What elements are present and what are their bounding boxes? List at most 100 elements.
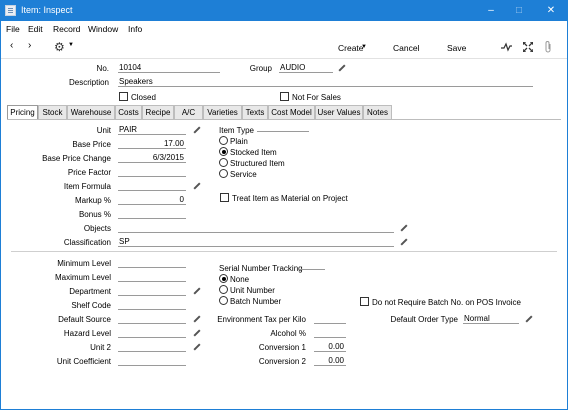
bonus-field[interactable] xyxy=(118,209,186,219)
alcohol-field[interactable] xyxy=(314,328,346,338)
tab-warehouse[interactable]: Warehouse xyxy=(67,105,115,119)
unit-pen-icon[interactable] xyxy=(193,127,200,134)
item-type-service-radio[interactable] xyxy=(219,169,228,178)
serial-none-radio[interactable] xyxy=(219,274,228,283)
minimize-icon[interactable]: – xyxy=(479,2,503,19)
tab-varieties[interactable]: Varieties xyxy=(203,105,242,119)
minimum-level-label: Minimum Level xyxy=(57,259,111,268)
base-price-field[interactable]: 17.00 xyxy=(118,139,186,149)
previous-record-icon[interactable]: ‹ xyxy=(10,40,13,51)
alcohol-label: Alcohol % xyxy=(270,329,306,338)
item-type-plain-radio[interactable] xyxy=(219,136,228,145)
item-type-structured-label: Structured Item xyxy=(230,159,285,168)
tab-texts[interactable]: Texts xyxy=(242,105,268,119)
item-formula-field[interactable] xyxy=(118,181,186,191)
default-order-type-label: Default Order Type xyxy=(390,315,458,324)
tab-recipe[interactable]: Recipe xyxy=(142,105,174,119)
tab-stock[interactable]: Stock xyxy=(38,105,67,119)
tab-ac[interactable]: A/C xyxy=(174,105,203,119)
group-label: Group xyxy=(249,64,272,73)
tab-user-values[interactable]: User Values xyxy=(315,105,363,119)
default-source-pen-icon[interactable] xyxy=(193,316,200,323)
serial-none-label: None xyxy=(230,275,250,284)
department-pen-icon[interactable] xyxy=(193,288,200,295)
create-chevron-down-icon[interactable]: ▼ xyxy=(361,44,367,50)
no-field[interactable]: 10104 xyxy=(118,63,220,73)
toolbar: ‹ › ⚙ ▼ Create ▼ Cancel Save xyxy=(1,37,567,59)
maximum-level-field[interactable] xyxy=(118,272,186,282)
tab-costs[interactable]: Costs xyxy=(115,105,142,119)
classification-field[interactable]: SP xyxy=(118,237,394,247)
next-record-icon[interactable]: › xyxy=(28,40,31,51)
item-formula-pen-icon[interactable] xyxy=(193,183,200,190)
item-type-underline xyxy=(257,124,309,132)
serial-batch-number-label: Batch Number xyxy=(230,297,282,306)
serial-batch-number-radio[interactable] xyxy=(219,296,228,305)
group-field[interactable]: AUDIO xyxy=(279,63,333,73)
shelf-code-field[interactable] xyxy=(118,300,186,310)
serial-tracking-label: Serial Number Tracking xyxy=(219,264,303,273)
default-order-type-pen-icon[interactable] xyxy=(525,316,532,323)
cancel-button[interactable]: Cancel xyxy=(393,43,419,53)
unit2-field[interactable] xyxy=(118,342,186,352)
classification-pen-icon[interactable] xyxy=(400,239,407,246)
serial-unit-number-radio[interactable] xyxy=(219,285,228,294)
description-label: Description xyxy=(68,78,109,87)
menu-record[interactable]: Record xyxy=(53,24,80,34)
hazard-level-pen-icon[interactable] xyxy=(193,330,200,337)
no-label: No. xyxy=(96,64,109,73)
expand-icon[interactable] xyxy=(523,42,533,52)
closed-checkbox[interactable] xyxy=(119,92,128,101)
item-type-stocked-radio[interactable] xyxy=(219,147,228,156)
item-formula-label: Item Formula xyxy=(63,182,111,191)
unit-coefficient-label: Unit Coefficient xyxy=(56,357,111,366)
menu-window[interactable]: Window xyxy=(88,24,118,34)
item-type-service-label: Service xyxy=(230,170,257,179)
gear-icon[interactable]: ⚙ xyxy=(54,40,65,54)
price-factor-field[interactable] xyxy=(118,167,186,177)
create-button[interactable]: Create xyxy=(338,43,364,53)
default-order-type-field[interactable]: Normal xyxy=(463,314,519,324)
conversion1-field[interactable]: 0.00 xyxy=(314,342,346,352)
default-source-field[interactable] xyxy=(118,314,186,324)
objects-pen-icon[interactable] xyxy=(400,225,407,232)
unit-field[interactable]: PAIR xyxy=(118,125,186,135)
department-field[interactable] xyxy=(118,286,186,296)
menu-info[interactable]: Info xyxy=(128,24,142,34)
base-price-change-label: Base Price Change xyxy=(42,154,111,163)
group-pen-icon[interactable] xyxy=(338,65,345,72)
base-price-change-field[interactable]: 6/3/2015 xyxy=(118,153,186,163)
tab-notes[interactable]: Notes xyxy=(363,105,392,119)
treat-as-material-checkbox[interactable] xyxy=(220,193,229,202)
maximize-icon[interactable]: □ xyxy=(507,2,531,19)
title-bar: Item: Inspect – □ ✕ xyxy=(1,1,567,21)
objects-label: Objects xyxy=(83,224,111,233)
environment-tax-field[interactable] xyxy=(314,314,346,324)
not-for-sales-checkbox[interactable] xyxy=(280,92,289,101)
tab-cost-model[interactable]: Cost Model xyxy=(268,105,315,119)
activity-icon[interactable] xyxy=(501,42,512,52)
markup-label: Markup % xyxy=(74,196,111,205)
closed-label: Closed xyxy=(131,93,156,102)
unit-coefficient-field[interactable] xyxy=(118,356,186,366)
menu-edit[interactable]: Edit xyxy=(28,24,43,34)
gear-chevron-down-icon[interactable]: ▼ xyxy=(68,42,74,48)
serial-unit-number-label: Unit Number xyxy=(230,286,275,295)
tab-pricing[interactable]: Pricing xyxy=(7,105,38,120)
description-field[interactable]: Speakers xyxy=(118,77,533,87)
objects-field[interactable] xyxy=(118,223,394,233)
hazard-level-field[interactable] xyxy=(118,328,186,338)
no-batch-pos-checkbox[interactable] xyxy=(360,297,369,306)
item-type-structured-radio[interactable] xyxy=(219,158,228,167)
save-button[interactable]: Save xyxy=(447,43,466,53)
no-batch-pos-label: Do not Require Batch No. on POS Invoice xyxy=(372,298,521,307)
attachment-icon[interactable] xyxy=(544,41,553,53)
conversion2-field[interactable]: 0.00 xyxy=(314,356,346,366)
default-source-label: Default Source xyxy=(58,315,111,324)
unit2-pen-icon[interactable] xyxy=(193,344,200,351)
close-icon[interactable]: ✕ xyxy=(539,2,563,19)
markup-field[interactable]: 0 xyxy=(118,195,186,205)
item-type-plain-label: Plain xyxy=(230,137,248,146)
menu-file[interactable]: File xyxy=(6,24,20,34)
minimum-level-field[interactable] xyxy=(118,258,186,268)
